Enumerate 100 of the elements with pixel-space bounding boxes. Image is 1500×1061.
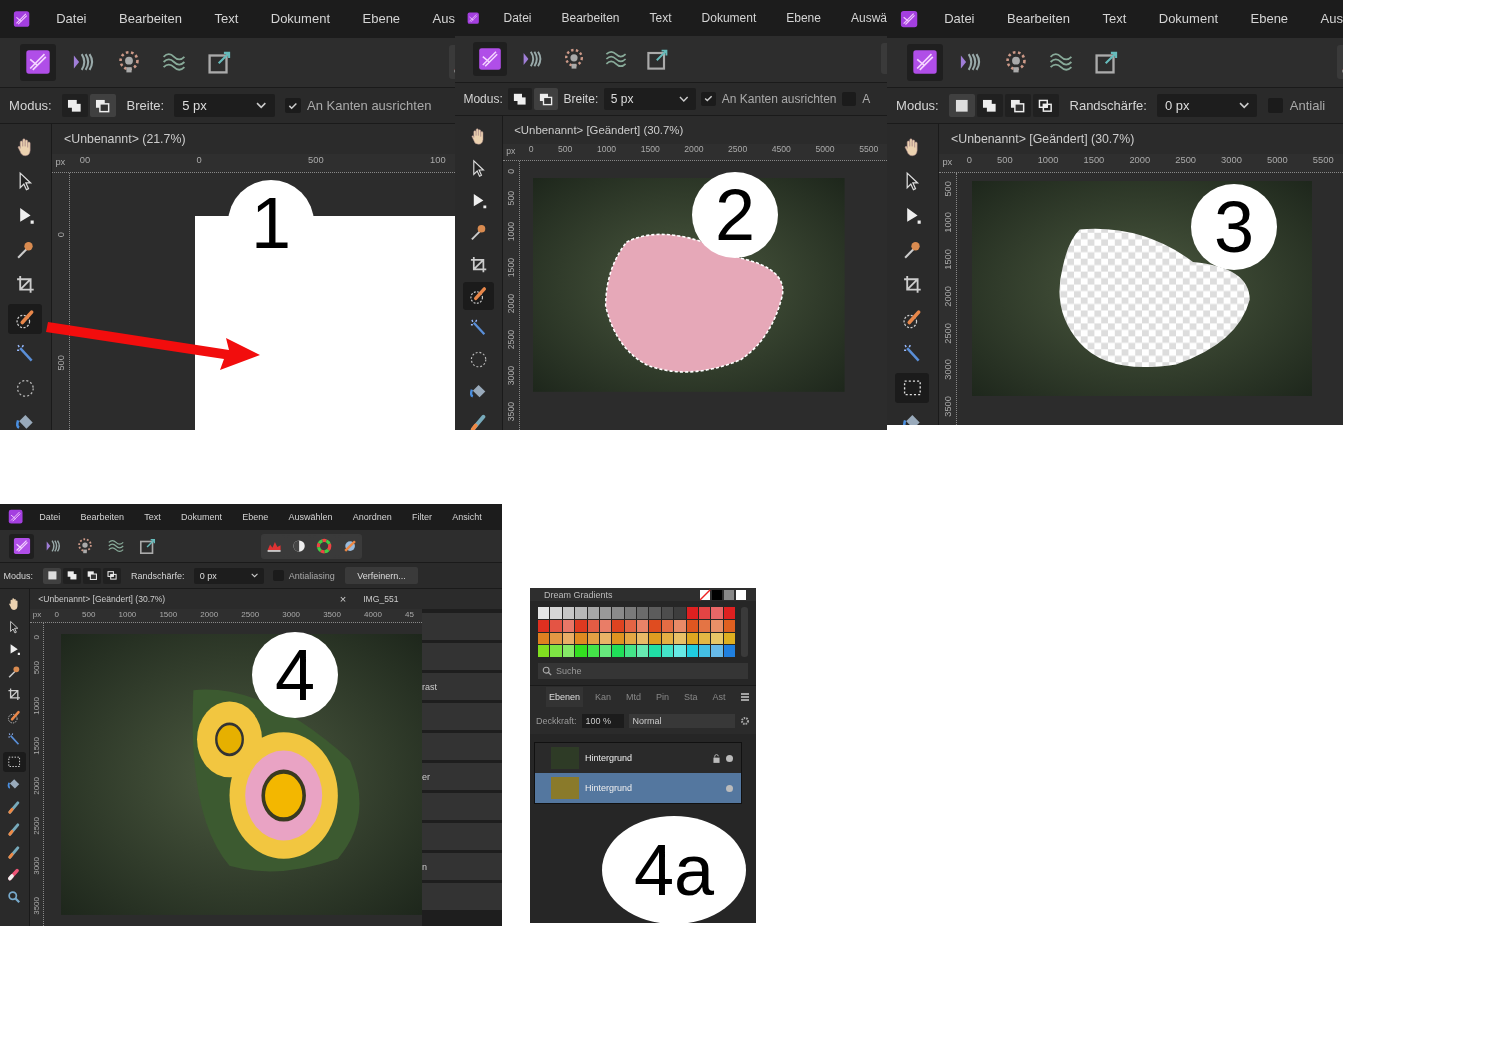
menu-item[interactable]: Aus [432, 11, 455, 27]
menu-item[interactable]: Ebene [1250, 11, 1289, 27]
mode-button[interactable] [534, 88, 559, 110]
opacity-dropdown[interactable]: 100 % [581, 714, 624, 728]
settings-icon[interactable] [740, 716, 750, 726]
menu-item[interactable]: Datei [944, 11, 975, 27]
persona-button[interactable] [906, 44, 943, 81]
search-icon [542, 666, 552, 676]
menu-item[interactable]: Text [214, 11, 239, 27]
selection-brush-icon [468, 286, 488, 306]
menu-item[interactable]: Auswählen [288, 512, 333, 523]
mode-button[interactable] [43, 567, 61, 584]
magic-wand-icon [468, 318, 488, 338]
search-field[interactable]: Suche [538, 663, 748, 679]
persona-button[interactable] [19, 44, 56, 81]
photo-persona-icon [24, 49, 51, 76]
vertical-ruler: 0 500 1000 1500 2000 2500 3000 3500 [29, 623, 44, 926]
menu-item[interactable]: Ansicht [452, 512, 482, 523]
rectangle-selection-icon [7, 754, 22, 770]
persona-button[interactable] [473, 42, 507, 76]
field-label: Modus: [896, 98, 939, 114]
menu-item[interactable]: Auswä [850, 11, 887, 25]
panel-tab[interactable]: Sta [681, 687, 701, 707]
mode-button[interactable] [508, 88, 533, 110]
menu-item[interactable]: Dokument [180, 512, 222, 523]
field-label: Randschärfe: [130, 570, 185, 581]
visibility-dot[interactable] [726, 784, 733, 792]
menu-icon[interactable] [740, 692, 750, 702]
panel-tab[interactable]: Ast [709, 687, 729, 707]
tool-button[interactable] [2, 751, 27, 773]
menu-item[interactable]: Aus [1320, 11, 1343, 27]
panel-tab[interactable]: Pin [653, 687, 673, 707]
mode-button[interactable] [949, 93, 976, 118]
selection-brush-icon [901, 308, 923, 330]
menu-item[interactable]: Bearbeiten [561, 11, 620, 25]
menu-item[interactable]: Datei [56, 11, 87, 27]
mode-button[interactable] [62, 93, 89, 118]
mode-button[interactable] [977, 93, 1004, 118]
menu-item[interactable]: Bearbeiten [80, 512, 124, 523]
panel-row[interactable]: n [422, 853, 502, 881]
checkbox[interactable] [284, 97, 301, 114]
selection-brush-icon [7, 709, 22, 725]
layer-name: Hintergrund [585, 753, 634, 763]
menu-item[interactable]: Datei [39, 512, 61, 523]
menu-item[interactable]: Text [649, 11, 672, 25]
mode-button[interactable] [63, 567, 81, 584]
menu-item[interactable]: Ebene [242, 512, 269, 523]
blend-mode-dropdown[interactable]: Normal [628, 714, 735, 728]
checkbox[interactable] [701, 91, 716, 106]
ruler-unit: px [505, 145, 517, 159]
layer-row[interactable]: Hintergrund [535, 773, 741, 803]
document-tab[interactable]: IMG_551 [354, 594, 399, 605]
refine-button[interactable]: Verfeinern... [344, 567, 419, 584]
checkbox-label: A [862, 91, 871, 106]
close-button[interactable]: × [339, 593, 347, 606]
menu-item[interactable]: Text [144, 512, 161, 523]
ruler-unit: px [54, 155, 67, 169]
mode-button[interactable] [90, 93, 117, 118]
panel-tab[interactable]: Kan [592, 687, 615, 707]
document-tab[interactable]: <Unbenannt> (21.7%) [51, 132, 186, 147]
mode-button[interactable] [83, 567, 101, 584]
layer-row[interactable]: Hintergrund [535, 743, 741, 773]
menu-item[interactable]: Dokument [1158, 11, 1218, 27]
menu-item[interactable]: Ebene [362, 11, 401, 27]
mode-button[interactable] [103, 567, 121, 584]
menu-item[interactable]: Bearbeiten [1007, 11, 1070, 27]
eraser-icon [7, 867, 22, 882]
menu-item[interactable]: Dokument [270, 11, 330, 27]
gradient-swatch-grid[interactable] [538, 607, 735, 657]
panel-row[interactable]: rast [422, 673, 502, 701]
panel-tab[interactable]: Mtd [623, 687, 645, 707]
tool-button[interactable] [462, 282, 494, 310]
panel-row[interactable]: er [422, 763, 502, 791]
dropdown-field[interactable]: 0 px [1157, 93, 1258, 118]
visibility-dot[interactable] [726, 754, 733, 762]
tool-button[interactable] [895, 373, 930, 403]
menu-item[interactable]: Anordnen [352, 512, 392, 523]
checkbox-label: An Kanten ausrichten [307, 98, 432, 114]
dropdown-field[interactable]: 5 px [603, 88, 696, 110]
persona-button[interactable] [9, 533, 35, 559]
menu-item[interactable]: Text [1102, 11, 1127, 27]
dropdown-field[interactable]: 0 px [194, 567, 264, 584]
menu-item[interactable]: Ebene [786, 11, 821, 25]
mode-button[interactable] [1005, 93, 1032, 118]
brush-icon [7, 822, 22, 837]
lock-icon[interactable] [713, 753, 720, 763]
overlapping-squares-icon [982, 97, 998, 114]
dropdown-field[interactable]: 5 px [174, 93, 275, 118]
tool-button[interactable] [8, 304, 43, 335]
document-tab[interactable]: <Unbenannt> [Geändert] (30.7%) × [29, 593, 355, 606]
zoom-icon [7, 889, 22, 904]
mode-button[interactable] [1033, 93, 1060, 118]
panel-tab[interactable]: Ebenen [546, 687, 584, 707]
menu-item[interactable]: Bearbeiten [119, 11, 182, 27]
menu-item[interactable]: Filter [412, 512, 433, 523]
ruler-unit: px [31, 609, 43, 622]
checkbox-label: Antialiasing [288, 570, 335, 581]
menu-item[interactable]: Dokument [701, 11, 757, 25]
menu-item[interactable]: Datei [503, 11, 532, 25]
field-label: Modus: [3, 570, 34, 581]
